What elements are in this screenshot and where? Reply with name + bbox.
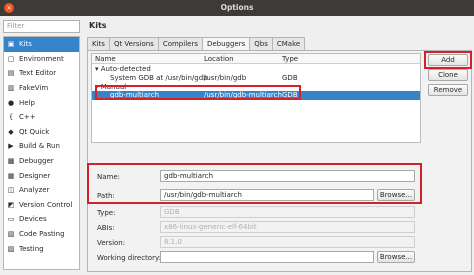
- cpp-icon: {: [8, 113, 14, 122]
- sidebar-item-testing[interactable]: ▨ Testing: [4, 241, 79, 256]
- highlight-box-selected-row: [95, 85, 301, 100]
- sidebar-item-label: FakeVim: [19, 84, 49, 93]
- sidebar-item-environment[interactable]: ▢ Environment: [4, 52, 79, 67]
- type-label: Type:: [97, 209, 116, 217]
- remove-button[interactable]: Remove: [428, 84, 468, 96]
- sidebar-item-label: Help: [19, 98, 35, 107]
- debugger-type: GDB: [282, 74, 298, 82]
- working-directory-field[interactable]: [160, 251, 374, 263]
- tab-kits[interactable]: Kits: [87, 37, 110, 50]
- kits-icon: ▣: [7, 40, 15, 49]
- sidebar-item-text-editor[interactable]: ▤ Text Editor: [4, 66, 79, 81]
- sidebar-item-label: Text Editor: [19, 69, 57, 78]
- debugger-icon: ▩: [7, 157, 15, 166]
- testing-icon: ▨: [7, 244, 15, 253]
- sidebar-item-version-control[interactable]: ◩ Version Control: [4, 198, 79, 213]
- group-label: ▾ Auto-detected: [95, 65, 151, 73]
- debugger-location: /usr/bin/gdb: [204, 74, 247, 82]
- tree-group-auto-detected[interactable]: ▾ Auto-detected: [92, 65, 420, 74]
- tree-header: Name Location Type: [92, 54, 420, 64]
- table-row[interactable]: System GDB at /usr/bin/gdb /usr/bin/gdb …: [92, 74, 420, 83]
- window-title: Options: [220, 3, 254, 12]
- tab-bar: Kits Qt Versions Compilers Debuggers Qbs…: [87, 37, 306, 51]
- version-field: 8.1.0: [160, 236, 415, 248]
- tab-compilers[interactable]: Compilers: [157, 37, 203, 50]
- build-run-icon: ▶: [8, 142, 14, 151]
- sidebar-item-label: Debugger: [19, 157, 54, 166]
- sidebar-item-debugger[interactable]: ▩ Debugger: [4, 154, 79, 169]
- abis-field: x86-linux-generic-elf-64bit: [160, 221, 415, 233]
- sidebar-item-label: Environment: [19, 54, 64, 63]
- sidebar-item-label: Designer: [19, 171, 51, 180]
- tab-qt-versions[interactable]: Qt Versions: [108, 37, 159, 50]
- code-pasting-icon: ▧: [7, 230, 15, 239]
- sidebar-item-qt-quick[interactable]: ◆ Qt Quick: [4, 125, 79, 140]
- sidebar-item-label: C++: [19, 113, 36, 122]
- sidebar-item-fakevim[interactable]: ▥ FakeVim: [4, 81, 79, 96]
- browse-working-directory-button[interactable]: Browse...: [377, 251, 415, 263]
- sidebar-item-label: Kits: [19, 40, 32, 49]
- fakevim-icon: ▥: [7, 84, 15, 93]
- column-header-location[interactable]: Location: [204, 55, 234, 63]
- sidebar-item-label: Code Pasting: [19, 230, 65, 239]
- sidebar-item-label: Version Control: [19, 200, 73, 209]
- sidebar-item-devices[interactable]: ▭ Devices: [4, 212, 79, 227]
- abis-label: ABIs:: [97, 224, 115, 232]
- type-field: GDB: [160, 206, 415, 218]
- sidebar-item-label: Analyzer: [19, 186, 50, 195]
- help-icon: ●: [7, 98, 15, 107]
- sidebar-item-label: Devices: [19, 215, 47, 224]
- filter-input[interactable]: Filter: [3, 20, 80, 33]
- sidebar-item-help[interactable]: ● Help: [4, 95, 79, 110]
- text-editor-icon: ▤: [7, 69, 15, 78]
- tab-qbs[interactable]: Qbs: [249, 37, 273, 50]
- sidebar-item-label: Testing: [19, 244, 44, 253]
- working-directory-label: Working directory:: [97, 254, 161, 262]
- sidebar-item-label: Build & Run: [19, 142, 60, 151]
- page-title: Kits: [89, 21, 107, 30]
- version-label: Version:: [97, 239, 126, 247]
- sidebar: ▣ Kits ▢ Environment ▤ Text Editor ▥ Fak…: [3, 36, 80, 270]
- analyzer-icon: ◫: [7, 186, 15, 195]
- sidebar-item-build-run[interactable]: ▶ Build & Run: [4, 139, 79, 154]
- sidebar-item-label: Qt Quick: [19, 127, 50, 136]
- clone-button[interactable]: Clone: [428, 69, 468, 81]
- version-control-icon: ◩: [7, 200, 15, 209]
- window-titlebar: × Options: [0, 0, 474, 16]
- qt-quick-icon: ◆: [8, 127, 14, 136]
- column-header-type[interactable]: Type: [282, 55, 298, 63]
- tab-debuggers[interactable]: Debuggers: [201, 37, 251, 51]
- environment-icon: ▢: [7, 54, 15, 63]
- debugger-name: System GDB at /usr/bin/gdb: [110, 74, 208, 82]
- sidebar-item-code-pasting[interactable]: ▧ Code Pasting: [4, 227, 79, 242]
- highlight-box-add: [424, 51, 472, 69]
- designer-icon: ▦: [7, 171, 15, 180]
- sidebar-item-designer[interactable]: ▦ Designer: [4, 168, 79, 183]
- highlight-box-form: [87, 163, 422, 204]
- sidebar-item-kits[interactable]: ▣ Kits: [4, 37, 79, 52]
- devices-icon: ▭: [7, 215, 15, 224]
- sidebar-item-cpp[interactable]: { C++: [4, 110, 79, 125]
- sidebar-item-analyzer[interactable]: ◫ Analyzer: [4, 183, 79, 198]
- column-header-name[interactable]: Name: [95, 55, 116, 63]
- tab-cmake[interactable]: CMake: [271, 37, 306, 50]
